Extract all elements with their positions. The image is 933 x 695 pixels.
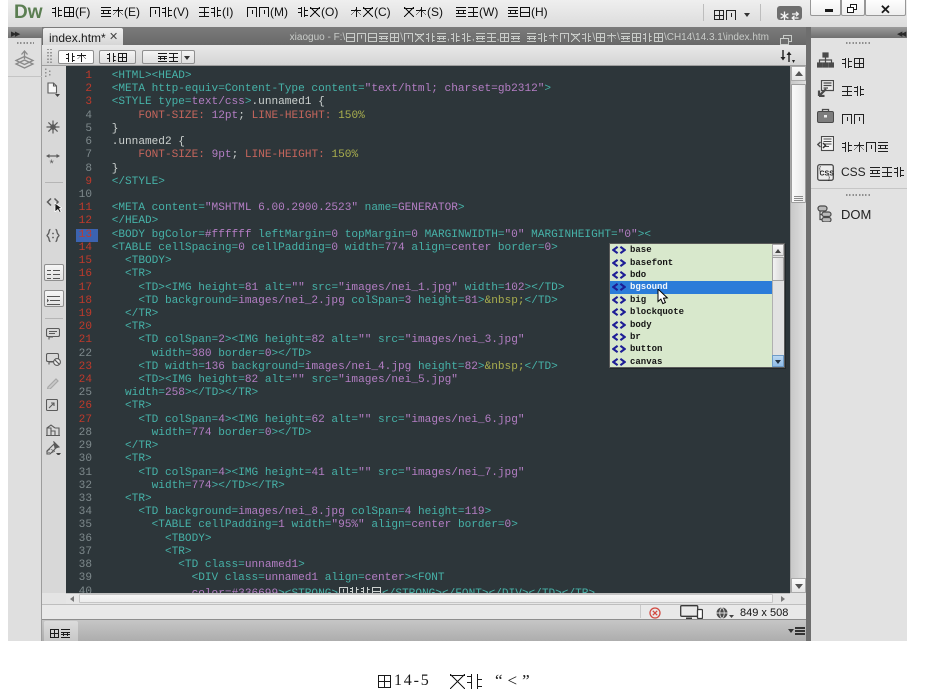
svg-text:}: } (828, 176, 830, 182)
svg-text:*: * (50, 158, 55, 168)
svg-text:<>: <> (46, 447, 56, 455)
svg-text:{: { (819, 167, 821, 173)
svg-text:CSS: CSS (820, 171, 835, 178)
